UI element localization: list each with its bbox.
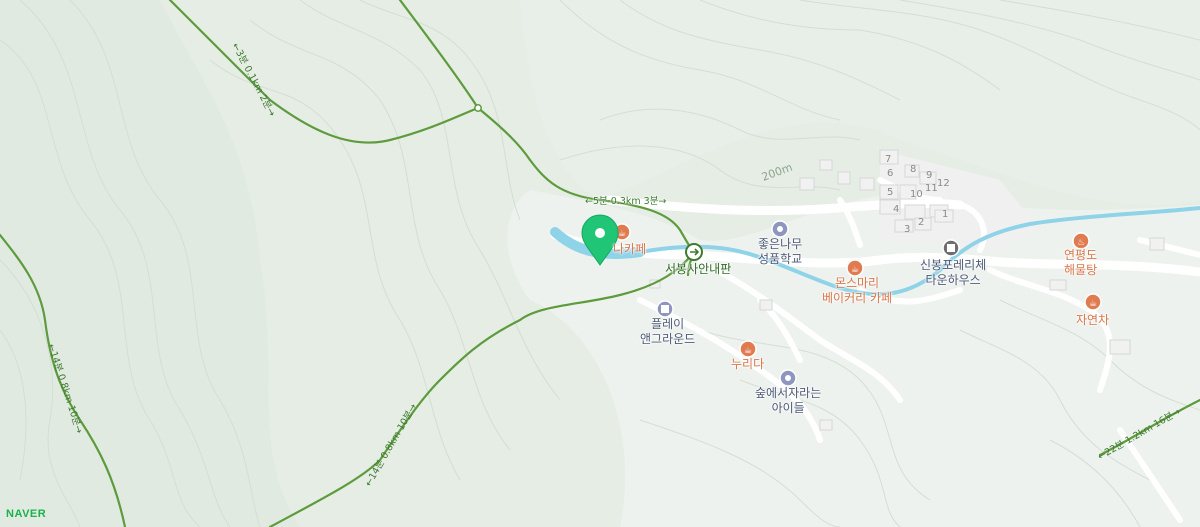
- svg-text:♨: ♨: [1077, 238, 1085, 248]
- place-label[interactable]: 자연차: [1076, 313, 1109, 328]
- building-number: 5: [887, 187, 894, 198]
- cafe-icon[interactable]: ☕: [739, 340, 757, 358]
- building-number: 11: [925, 183, 938, 194]
- building-number: 10: [910, 189, 923, 200]
- place-label[interactable]: 플레이 앤그라운드: [640, 317, 695, 347]
- building-icon[interactable]: [656, 300, 674, 318]
- cafe-icon[interactable]: ☕: [846, 259, 864, 277]
- building-number: 1: [942, 209, 949, 220]
- place-label[interactable]: 나카페: [613, 242, 646, 257]
- naver-logo: NAVER: [6, 508, 47, 520]
- place-label[interactable]: 숲에서자라는 아이들: [755, 386, 821, 416]
- apartment-icon[interactable]: [942, 239, 960, 257]
- svg-text:☕: ☕: [1089, 299, 1097, 309]
- cafe-icon[interactable]: ☕: [1084, 293, 1102, 311]
- building-number: 6: [887, 168, 894, 179]
- place-label[interactable]: 몬스마리 베이커리 카페: [822, 276, 892, 306]
- svg-text:☕: ☕: [851, 265, 859, 275]
- building-number: 12: [937, 178, 950, 189]
- trail-distance-label: ←5분 0.3km 3분→: [585, 196, 666, 207]
- map-canvas[interactable]: 200m ←5분 0.3km 3분→ ←14분 0.8km 10분→ ←14분 …: [0, 0, 1200, 527]
- trailhead-icon[interactable]: [685, 243, 703, 261]
- trailhead-label[interactable]: 서봉사안내판: [665, 262, 731, 277]
- building-number: 2: [918, 217, 925, 228]
- place-label[interactable]: 신봉포레리체 타운하우스: [920, 258, 986, 288]
- school-icon[interactable]: [779, 369, 797, 387]
- school-icon[interactable]: [771, 220, 789, 238]
- svg-text:☕: ☕: [744, 346, 752, 356]
- place-label[interactable]: 누리다: [731, 357, 764, 372]
- building-number: 8: [910, 164, 917, 175]
- building-number: 4: [893, 204, 900, 215]
- building-number: 3: [904, 224, 911, 235]
- building-number: 9: [926, 170, 933, 181]
- place-label[interactable]: 좋은나무 성품학교: [758, 237, 802, 267]
- building-number: 7: [885, 154, 892, 165]
- place-label[interactable]: 연평도 해물탕: [1064, 248, 1097, 278]
- restaurant-icon[interactable]: ♨: [1072, 232, 1090, 250]
- svg-text:☕: ☕: [618, 229, 626, 239]
- trail-junction-node: [474, 104, 482, 112]
